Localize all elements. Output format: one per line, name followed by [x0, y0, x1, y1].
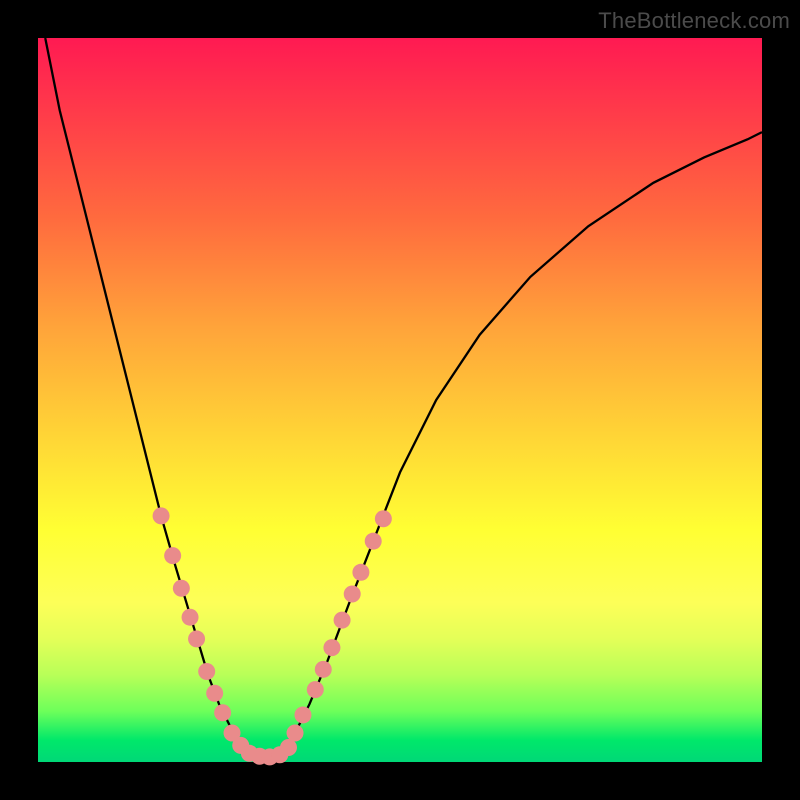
data-point: [307, 681, 324, 698]
data-point: [375, 510, 392, 527]
chart-svg: [38, 38, 762, 762]
data-point: [153, 507, 170, 524]
beads-left: [153, 507, 250, 754]
beads-bottom: [241, 739, 297, 765]
data-point: [287, 725, 304, 742]
data-point: [334, 612, 351, 629]
data-point: [214, 704, 231, 721]
plot-area: [38, 38, 762, 762]
data-point: [198, 663, 215, 680]
curve-left-branch: [45, 38, 255, 760]
data-point: [206, 685, 223, 702]
curve-right-branch: [277, 132, 762, 760]
data-point: [344, 586, 361, 603]
data-point: [188, 630, 205, 647]
data-point: [294, 706, 311, 723]
data-point: [164, 547, 181, 564]
data-point: [173, 580, 190, 597]
data-point: [365, 533, 382, 550]
beads-right: [287, 510, 392, 741]
data-point: [352, 564, 369, 581]
data-point: [323, 639, 340, 656]
chart-frame: TheBottleneck.com: [0, 0, 800, 800]
data-point: [182, 609, 199, 626]
data-point: [315, 661, 332, 678]
watermark-text: TheBottleneck.com: [598, 8, 790, 34]
data-point: [280, 739, 297, 756]
